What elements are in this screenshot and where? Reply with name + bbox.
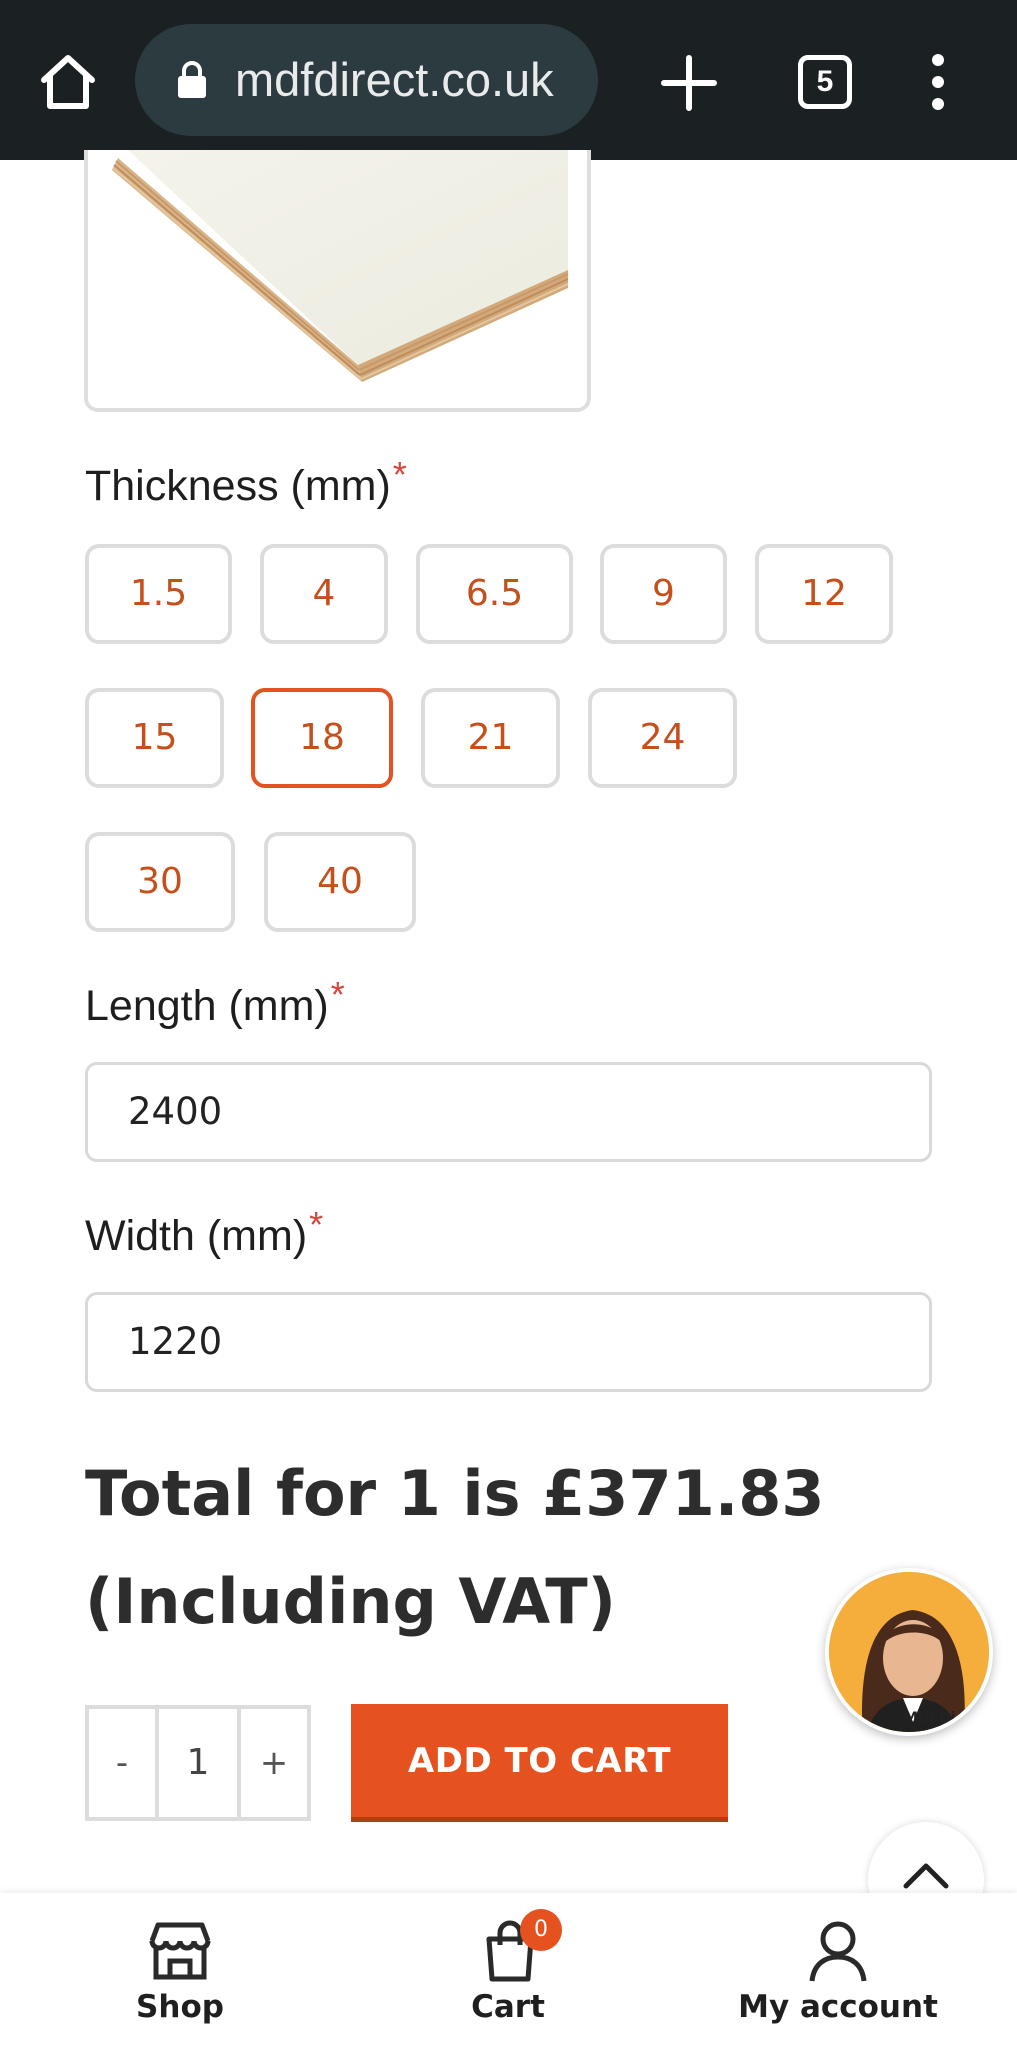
url-text[interactable]: mdfdirect.co.uk bbox=[235, 24, 554, 136]
thickness-option-9[interactable]: 9 bbox=[600, 544, 727, 644]
quantity-increase-button[interactable]: + bbox=[241, 1709, 307, 1817]
quantity-input[interactable]: 1 bbox=[155, 1709, 241, 1817]
nav-my-account[interactable]: My account bbox=[718, 1893, 958, 2048]
thickness-option-30[interactable]: 30 bbox=[85, 832, 235, 932]
nav-shop[interactable]: Shop bbox=[80, 1893, 280, 2048]
cart-count-badge: 0 bbox=[520, 1909, 562, 1951]
required-mark: * bbox=[309, 1204, 324, 1245]
nav-my-account-label: My account bbox=[738, 1989, 938, 2025]
length-label: Length (mm)* bbox=[85, 974, 345, 1031]
thickness-option-40[interactable]: 40 bbox=[264, 832, 416, 932]
shop-icon bbox=[149, 1922, 211, 1980]
thickness-option-15[interactable]: 15 bbox=[85, 688, 224, 788]
thickness-option-18[interactable]: 18 bbox=[251, 688, 393, 788]
total-price: Total for 1 is £371.83 (Including VAT) bbox=[85, 1457, 825, 1638]
length-input[interactable]: 2400 bbox=[85, 1062, 932, 1162]
product-image[interactable] bbox=[84, 150, 591, 412]
thickness-option-24[interactable]: 24 bbox=[588, 688, 737, 788]
required-mark: * bbox=[330, 974, 345, 1015]
lock-icon bbox=[178, 61, 206, 98]
add-to-cart-button[interactable]: ADD TO CART bbox=[351, 1704, 728, 1822]
address-bar[interactable]: mdfdirect.co.uk bbox=[135, 24, 598, 136]
thickness-label-text: Thickness (mm) bbox=[85, 462, 391, 510]
nav-cart[interactable]: Cart bbox=[408, 1893, 608, 2048]
plus-icon[interactable] bbox=[658, 52, 720, 114]
thickness-option-21[interactable]: 21 bbox=[421, 688, 560, 788]
home-icon[interactable] bbox=[36, 50, 100, 114]
thickness-option-12[interactable]: 12 bbox=[755, 544, 893, 644]
thickness-option-6-5[interactable]: 6.5 bbox=[416, 544, 573, 644]
account-icon bbox=[809, 1921, 867, 1982]
nav-cart-label: Cart bbox=[471, 1989, 545, 2025]
quantity-stepper: - 1 + bbox=[85, 1705, 311, 1821]
required-mark: * bbox=[392, 454, 407, 495]
nav-shop-label: Shop bbox=[136, 1989, 224, 2025]
thickness-option-1-5[interactable]: 1.5 bbox=[85, 544, 232, 644]
width-label-text: Width (mm) bbox=[85, 1212, 308, 1260]
quantity-decrease-button[interactable]: - bbox=[89, 1709, 155, 1817]
avatar-brand-text: MDFDi bbox=[904, 1710, 956, 1726]
plywood-board-image bbox=[88, 150, 587, 408]
tabs-icon[interactable]: 5 bbox=[798, 55, 852, 109]
width-input[interactable]: 1220 bbox=[85, 1292, 932, 1392]
width-label: Width (mm)* bbox=[85, 1204, 323, 1261]
menu-icon[interactable] bbox=[928, 52, 948, 112]
browser-toolbar: mdfdirect.co.uk 5 bbox=[0, 0, 1017, 160]
thickness-option-4[interactable]: 4 bbox=[260, 544, 388, 644]
length-label-text: Length (mm) bbox=[85, 982, 329, 1030]
chat-avatar[interactable]: MDFDi bbox=[825, 1568, 993, 1736]
thickness-label: Thickness (mm)* bbox=[85, 454, 407, 511]
bottom-navigation: Shop Cart 0 My account bbox=[0, 1893, 1017, 2048]
